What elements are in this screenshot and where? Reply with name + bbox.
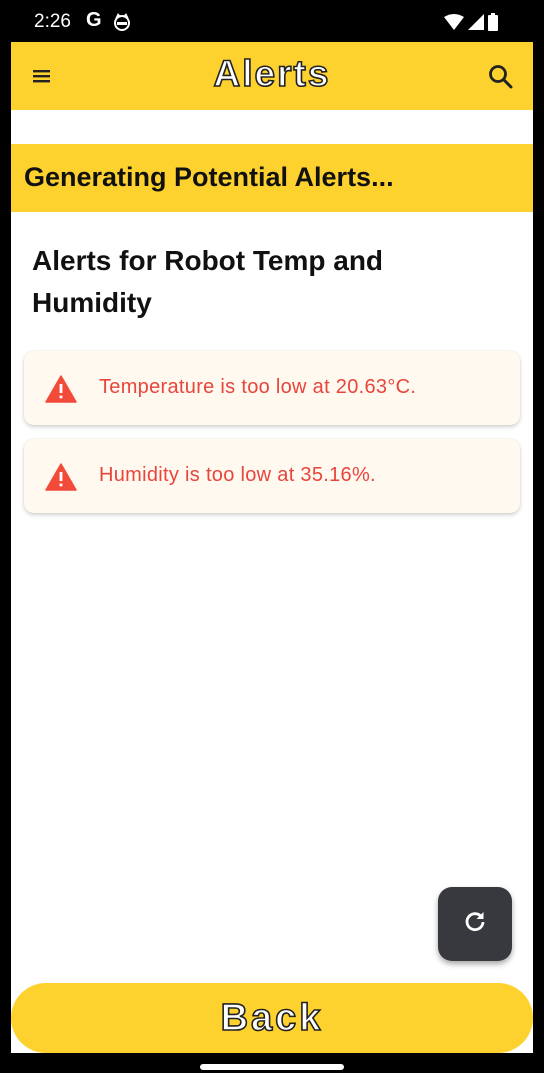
wifi-icon [444, 14, 464, 34]
status-icons [444, 13, 498, 35]
status-banner: Generating Potential Alerts... [11, 144, 533, 212]
status-time: 2:26 [34, 11, 71, 32]
app-bar: Alerts [11, 42, 533, 110]
cat-icon [113, 13, 131, 35]
back-button[interactable]: Back [11, 983, 533, 1053]
alert-card-humidity: Humidity is too low at 35.16%. [24, 439, 520, 513]
battery-icon [488, 13, 498, 35]
gesture-nav-handle[interactable] [200, 1064, 344, 1070]
alert-card-temperature: Temperature is too low at 20.63°C. [24, 351, 520, 425]
warning-icon [45, 375, 77, 403]
alert-text: Temperature is too low at 20.63°C. [99, 376, 417, 398]
section-title: Alerts for Robot Temp and Humidity [32, 245, 384, 318]
status-bar: 2:26 G [0, 0, 544, 42]
app-content: Alerts Generating Potential Alerts... Al… [11, 42, 533, 1053]
refresh-button[interactable] [438, 887, 512, 961]
warning-icon [45, 463, 77, 491]
banner-text: Generating Potential Alerts... [24, 162, 394, 192]
phone-screen: 2:26 G Alerts Generating Potential Alert… [0, 0, 544, 1073]
alert-text: Humidity is too low at 35.16%. [99, 464, 376, 486]
google-icon: G [86, 9, 102, 31]
refresh-icon [462, 909, 488, 939]
cell-signal-icon [468, 14, 484, 34]
page-title: Alerts [213, 52, 331, 95]
back-button-label: Back [220, 996, 324, 1040]
search-icon[interactable] [487, 63, 515, 91]
